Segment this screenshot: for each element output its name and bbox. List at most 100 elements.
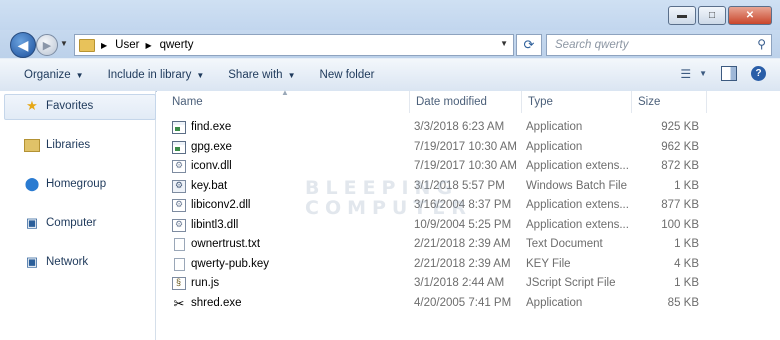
chevron-down-icon: ▼ [75, 70, 84, 80]
dll-icon [172, 199, 186, 212]
address-dropdown-icon[interactable]: ▼ [500, 39, 508, 48]
column-header-size[interactable]: Size [632, 91, 707, 113]
include-in-library-label: Include in library [107, 69, 192, 81]
column-headers: ▲ Name Date modified Type Size [157, 88, 780, 113]
search-input[interactable]: Search qwerty [555, 39, 629, 51]
recent-pages-dropdown[interactable]: ▼ [60, 39, 68, 48]
refresh-button[interactable]: ⟳ [516, 34, 542, 56]
file-date-modified: 3/3/2018 6:23 AM [414, 121, 505, 133]
change-view-button[interactable]: ☰ ▼ [680, 67, 707, 81]
file-row[interactable]: gpg.exe 7/19/2017 10:30 AM Application 962 … [157, 138, 717, 158]
file-name: iconv.dll [191, 160, 232, 172]
nav-label: Computer [46, 217, 97, 229]
bat-icon [172, 179, 186, 193]
chevron-down-icon: ▼ [196, 70, 205, 80]
file-type: KEY File [526, 257, 571, 270]
exe-icon [172, 140, 186, 154]
file-type: Application extens... [526, 160, 629, 172]
back-button[interactable]: ◀ [10, 32, 36, 58]
file-row[interactable]: iconv.dll 7/19/2017 10:30 AM Application e… [157, 157, 717, 177]
search-box[interactable]: Search qwerty ⚲ [546, 34, 772, 56]
column-header-type[interactable]: Type [522, 91, 632, 113]
breadcrumb-chevron-icon[interactable]: ▶ [101, 41, 107, 50]
preview-pane-button[interactable] [721, 66, 737, 81]
file-row[interactable]: run.js 3/1/2018 2:44 AM JScript Script Fil… [157, 274, 717, 294]
file-row[interactable]: ✂ shred.exe 4/20/2005 7:41 PM Application 85… [157, 294, 717, 314]
network-icon: ▣ [25, 254, 39, 269]
chevron-down-icon: ▼ [287, 70, 296, 80]
title-bar: ▬ □ ✕ [0, 0, 780, 30]
file-row[interactable]: find.exe 3/3/2018 6:23 AM Application 925 K… [157, 118, 717, 138]
nav-item-network[interactable]: ▣ Network [24, 254, 89, 269]
js-icon [172, 277, 186, 290]
nav-item-homegroup[interactable]: ⬤ Homegroup [24, 176, 106, 191]
file-size: 872 KB [661, 160, 699, 172]
forward-button[interactable]: ▶ [36, 34, 58, 56]
close-button[interactable]: ✕ [728, 6, 772, 25]
chevron-down-icon: ▼ [699, 69, 707, 78]
maximize-button[interactable]: □ [698, 6, 726, 25]
file-date-modified: 7/19/2017 10:30 AM [414, 140, 517, 153]
file-size: 925 KB [661, 121, 699, 133]
arrow-left-icon: ◀ [17, 36, 29, 53]
organize-label: Organize [24, 69, 71, 81]
nav-item-libraries[interactable]: Libraries [24, 138, 90, 152]
file-type: Application extens... [526, 218, 629, 231]
txt-icon [174, 238, 185, 251]
folder-icon [79, 38, 95, 52]
breadcrumb-chevron-icon[interactable]: ▶ [145, 41, 151, 50]
file-size: 1 KB [674, 277, 699, 289]
file-name: gpg.exe [191, 140, 232, 153]
file-name: qwerty-pub.key [191, 257, 269, 270]
computer-icon: ▣ [25, 215, 39, 230]
file-name: key.bat [191, 179, 228, 192]
file-row[interactable]: ownertrust.txt 2/21/2018 2:39 AM Text Docu… [157, 235, 717, 255]
file-type: Application [526, 121, 583, 133]
file-size: 100 KB [661, 218, 699, 231]
navigation-pane: ★ Favorites Libraries ⬤ Homegroup ▣ Comp… [0, 91, 156, 340]
window-controls: ▬ □ ✕ [668, 6, 772, 25]
watermark: BLEEPING COMPUTER [305, 178, 472, 218]
breadcrumb-user[interactable]: User [115, 39, 139, 51]
file-name: libiconv2.dll [191, 199, 251, 211]
column-header-date-modified[interactable]: Date modified [410, 91, 522, 113]
file-name: ownertrust.txt [191, 238, 261, 250]
share-with-button[interactable]: Share with ▼ [228, 69, 295, 81]
file-type: Application extens... [526, 199, 629, 211]
nav-label: Favorites [46, 100, 94, 112]
breadcrumb-qwerty[interactable]: qwerty [160, 39, 194, 51]
exe-icon [172, 121, 186, 134]
file-type: Windows Batch File [526, 179, 627, 192]
new-folder-button[interactable]: New folder [320, 69, 375, 81]
watermark-line-1: BLEEPING [305, 177, 459, 199]
file-row[interactable]: qwerty-pub.key 2/21/2018 2:39 AM KEY File 4… [157, 255, 717, 275]
file-list: ▲ Name Date modified Type Size find.exe 3… [157, 88, 780, 340]
file-type: JScript Script File [526, 277, 616, 289]
minimize-button[interactable]: ▬ [668, 6, 696, 25]
nav-label: Libraries [46, 139, 91, 151]
file-date-modified: 2/21/2018 2:39 AM [414, 257, 511, 270]
file-date-modified: 3/1/2018 2:44 AM [414, 277, 505, 289]
arrow-right-icon: ▶ [42, 39, 52, 52]
key-file-icon [174, 257, 185, 271]
refresh-icon: ⟳ [523, 37, 535, 52]
homegroup-icon: ⬤ [24, 176, 40, 191]
file-date-modified: 7/19/2017 10:30 AM [414, 160, 517, 172]
watermark-line-2: COMPUTER [305, 197, 472, 219]
details-view-icon: ☰ [680, 66, 692, 81]
nav-item-computer[interactable]: ▣ Computer [24, 215, 97, 230]
search-icon[interactable]: ⚲ [757, 37, 766, 51]
nav-label: Network [46, 256, 89, 268]
share-with-label: Share with [228, 69, 283, 81]
navigation-bar: ◀ ▶ ▼ ▶ User ▶ qwerty ▼ ⟳ Search qwerty … [0, 30, 780, 58]
column-header-name[interactable]: Name [166, 91, 410, 113]
file-date-modified: 2/21/2018 2:39 AM [414, 238, 511, 250]
file-size: 962 KB [661, 140, 699, 153]
organize-button[interactable]: Organize ▼ [24, 69, 84, 81]
address-bar[interactable]: ▶ User ▶ qwerty ▼ [74, 34, 514, 56]
help-button[interactable]: ? [751, 66, 766, 81]
file-type: Application [526, 140, 583, 153]
file-size: 1 KB [674, 179, 699, 192]
nav-item-favorites[interactable]: ★ Favorites [24, 98, 94, 113]
include-in-library-button[interactable]: Include in library ▼ [108, 69, 205, 81]
